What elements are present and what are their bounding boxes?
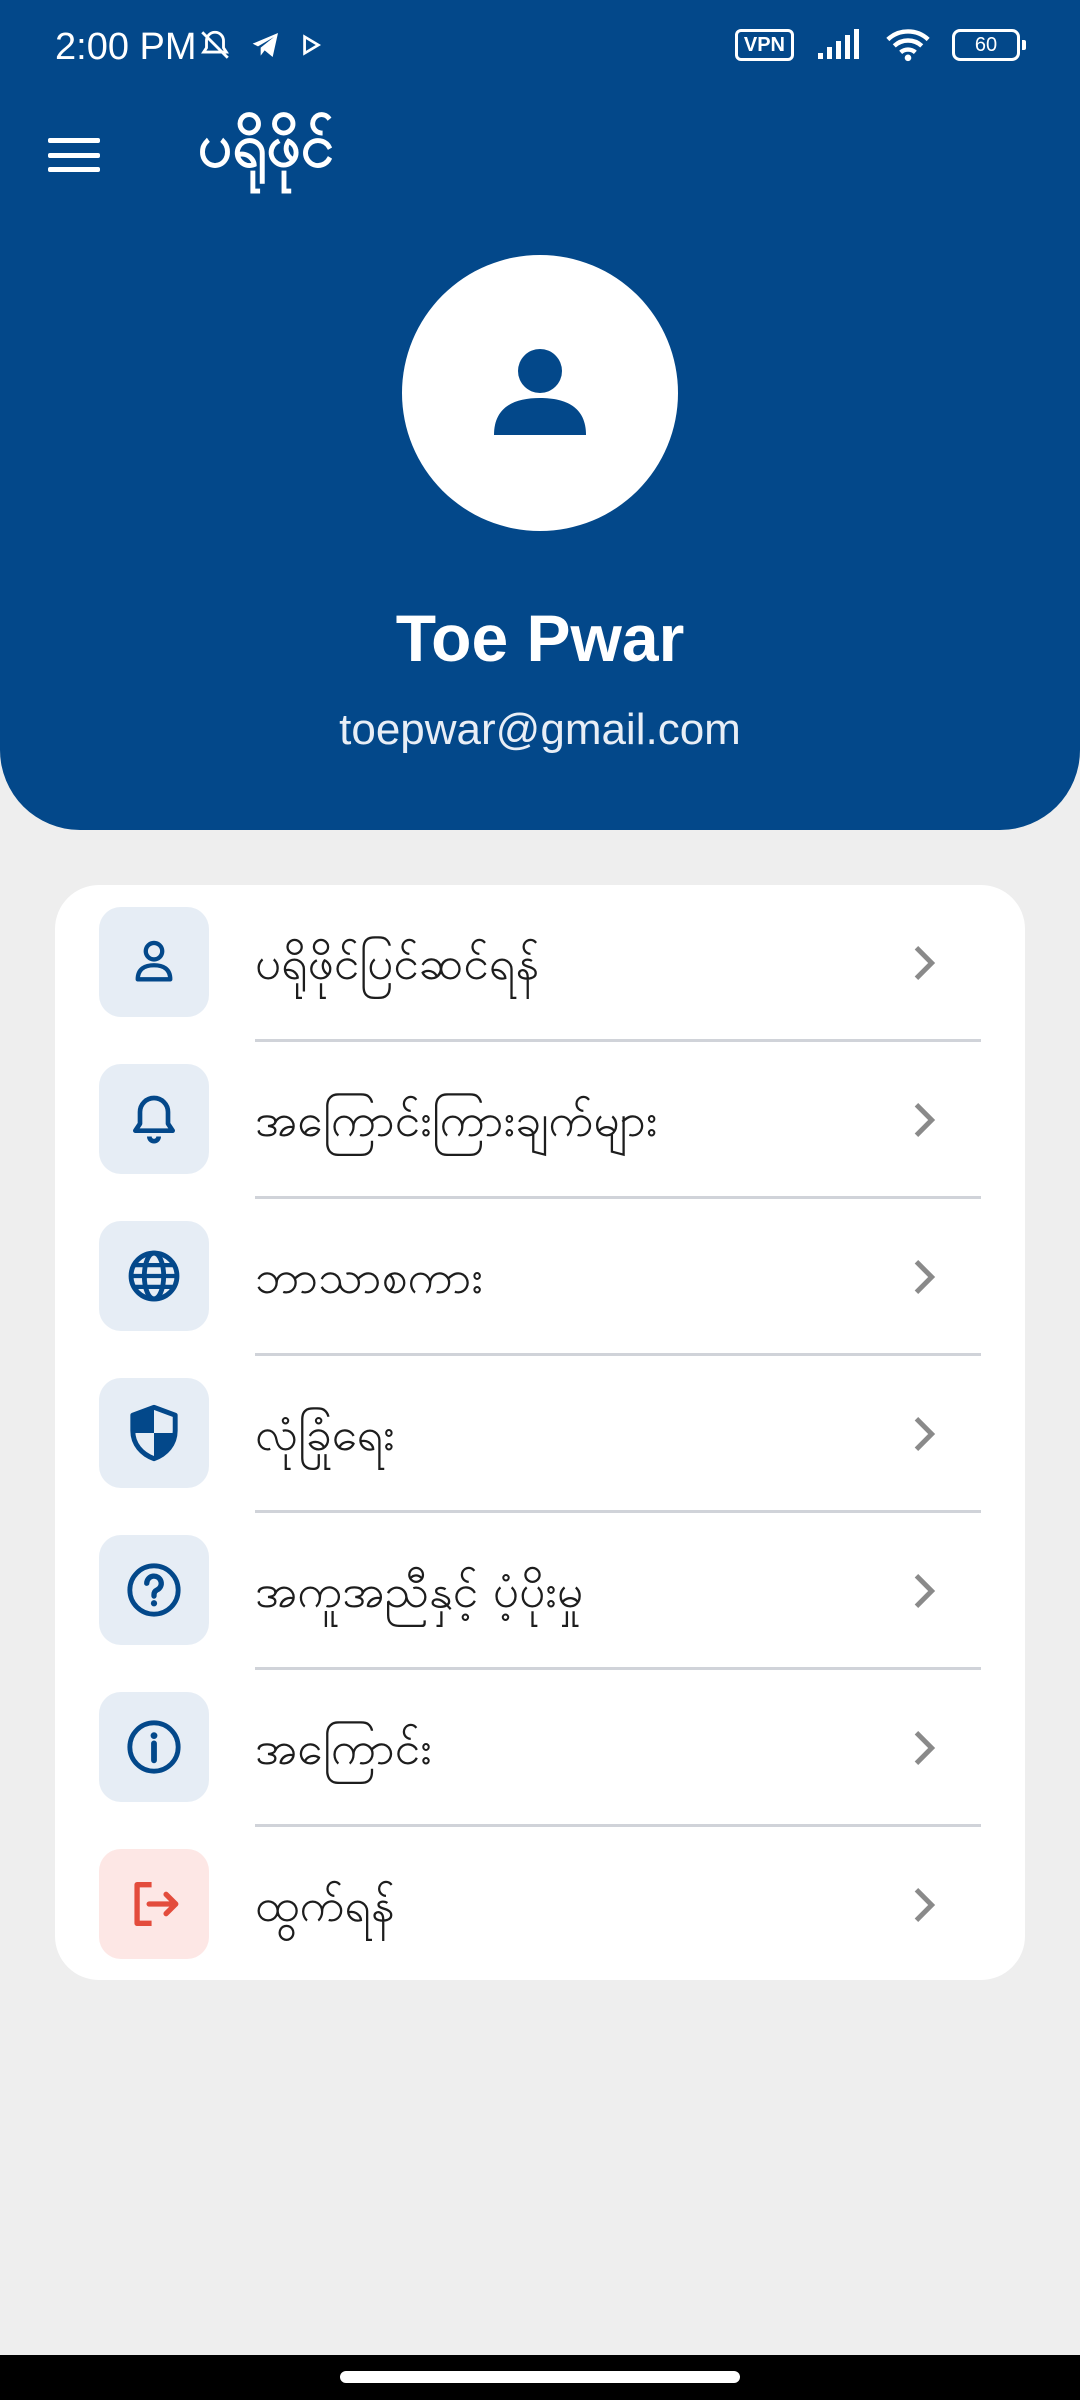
shield-icon (99, 1378, 209, 1488)
signal-icon (818, 29, 859, 59)
status-time: 2:00 PM (55, 26, 197, 68)
battery-indicator: 60 (952, 29, 1026, 61)
user-email: toepwar@gmail.com (339, 705, 741, 754)
menu-item-security[interactable]: လုံခြုံရေး (55, 1356, 1025, 1513)
wifi-icon (886, 29, 930, 62)
menu-item-label: ထွက်ရန် (255, 1878, 395, 1932)
status-notification-icons (198, 28, 322, 62)
menu-item-label: အကြောင်း (255, 1721, 432, 1775)
user-outline-icon (99, 907, 209, 1017)
avatar[interactable] (402, 255, 678, 531)
menu-item-edit-profile[interactable]: ပရိုဖိုင်ပြင်ဆင်ရန် (55, 885, 1025, 1042)
status-system-icons: VPN 60 (734, 28, 1026, 62)
menu-item-label: ပရိုဖိုင်ပြင်ဆင်ရန် (255, 936, 540, 990)
menu-item-logout[interactable]: ထွက်ရန် (55, 1827, 1025, 1984)
globe-icon (99, 1221, 209, 1331)
chevron-right-icon (905, 1885, 945, 1925)
chevron-right-icon (905, 1728, 945, 1768)
telegram-icon (252, 33, 278, 57)
status-bar: 2:00 PM VPN 60 (0, 0, 1080, 100)
menu-item-help-support[interactable]: အကူအညီနှင့် ပံ့ပိုးမှု (55, 1513, 1025, 1670)
mute-bell-icon (201, 30, 229, 59)
person-icon (494, 349, 586, 435)
user-name: Toe Pwar (395, 601, 685, 675)
chevron-right-icon (905, 1100, 945, 1140)
menu-item-label: ဘာသာစကား (255, 1250, 484, 1304)
bell-icon (99, 1064, 209, 1174)
menu-item-label: အကြောင်းကြားချက်များ (255, 1093, 658, 1147)
help-circle-icon (99, 1535, 209, 1645)
hamburger-menu-icon[interactable] (48, 130, 104, 180)
logout-icon (99, 1849, 209, 1959)
menu-item-language[interactable]: ဘာသာစကား (55, 1199, 1025, 1356)
menu-item-label: အကူအညီနှင့် ပံ့ပိုးမှု (255, 1564, 584, 1618)
chevron-right-icon (905, 1414, 945, 1454)
play-icon (303, 34, 322, 56)
info-circle-icon (99, 1692, 209, 1802)
settings-menu: ပရိုဖိုင်ပြင်ဆင်ရန် အကြောင်းကြားချက်များ (55, 885, 1025, 1980)
menu-item-notifications[interactable]: အကြောင်းကြားချက်များ (55, 1042, 1025, 1199)
home-indicator[interactable] (340, 2371, 740, 2383)
page-title: ပရိုဖိုင် (198, 111, 335, 181)
system-navigation-bar (0, 2355, 1080, 2400)
vpn-badge: VPN (734, 29, 794, 61)
chevron-right-icon (905, 1257, 945, 1297)
menu-item-about[interactable]: အကြောင်း (55, 1670, 1025, 1827)
profile-header: 2:00 PM VPN 60 ပရိုဖိုင် Toe Pwar toepwa… (0, 0, 1080, 830)
chevron-right-icon (905, 943, 945, 983)
chevron-right-icon (905, 1571, 945, 1611)
menu-item-label: လုံခြုံရေး (255, 1407, 395, 1461)
